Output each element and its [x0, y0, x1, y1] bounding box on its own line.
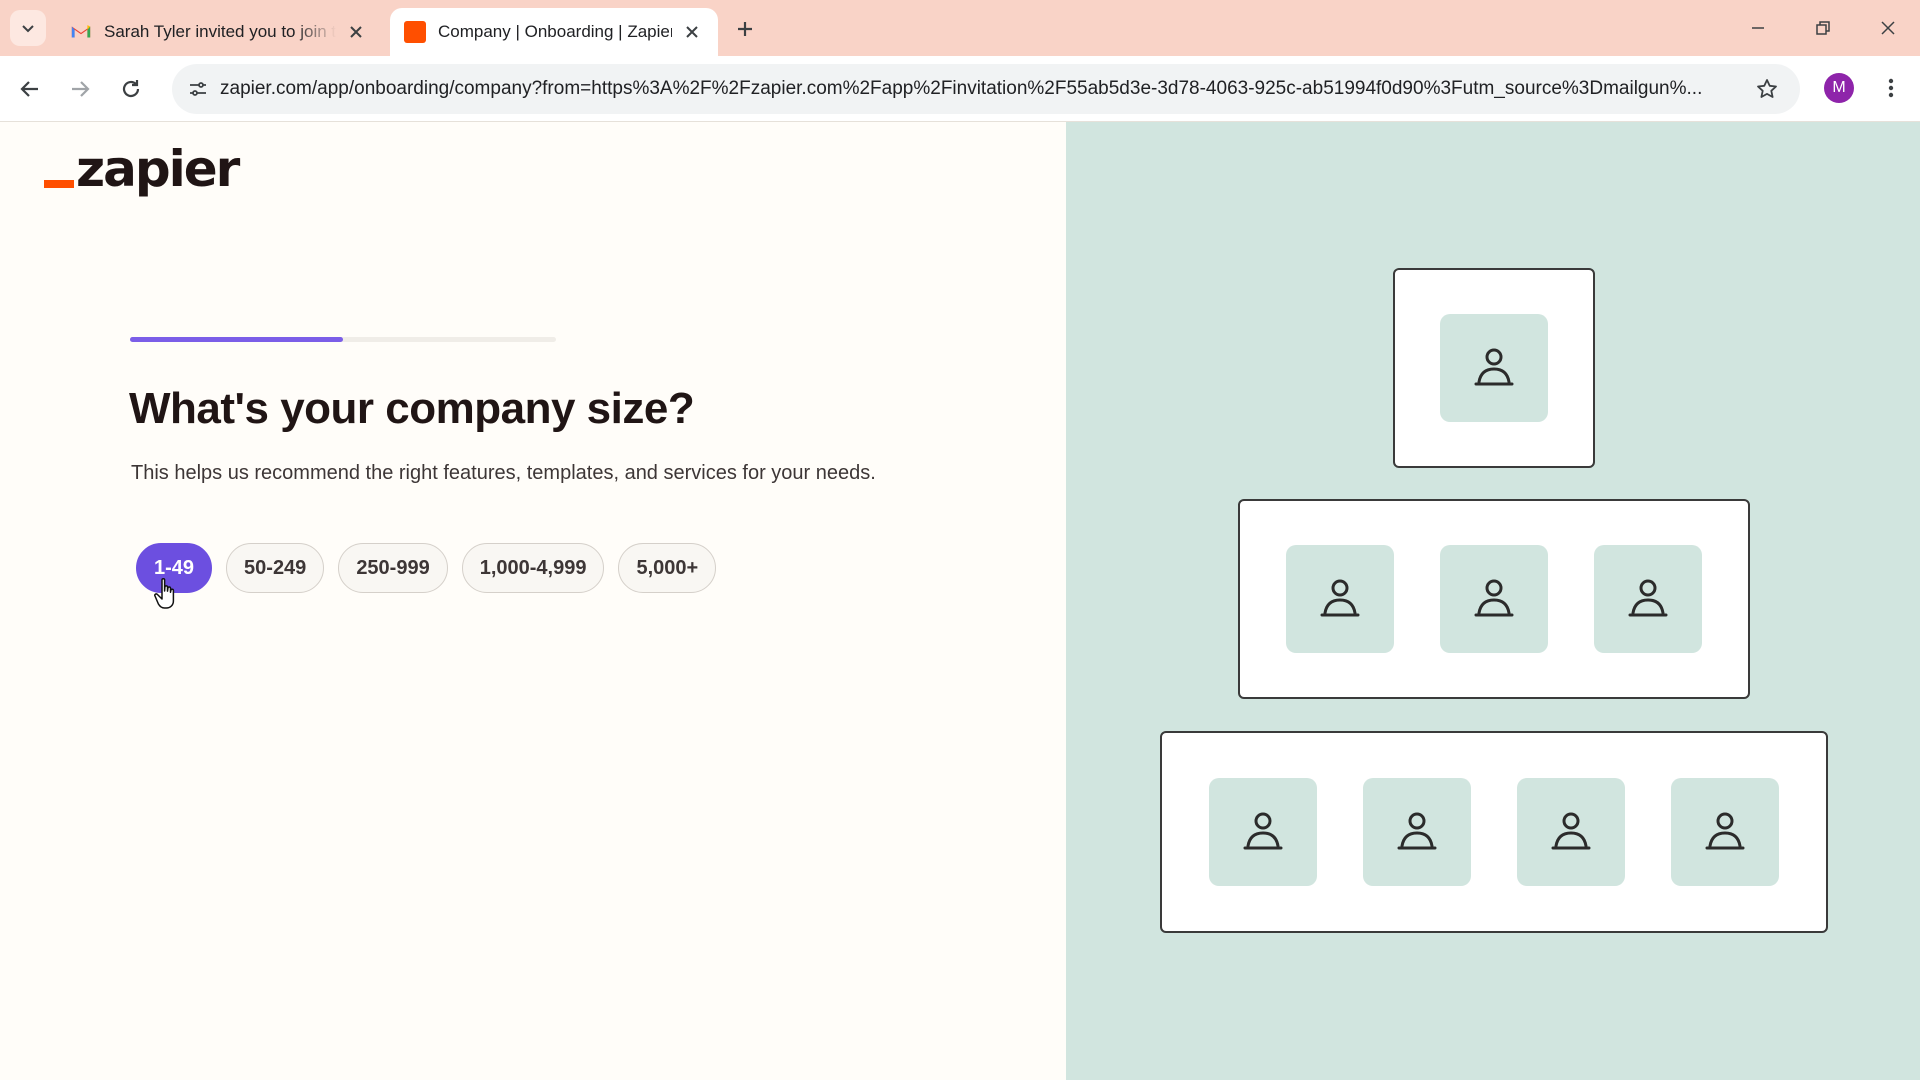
plus-icon [738, 22, 752, 36]
person-tile [1363, 778, 1471, 886]
person-icon [1551, 812, 1591, 850]
chevron-down-icon [22, 25, 34, 33]
org-tier-3 [1160, 731, 1828, 933]
reload-icon [122, 80, 140, 98]
minimize-icon [1752, 27, 1764, 29]
person-tile [1440, 545, 1548, 653]
person-tile [1440, 314, 1548, 422]
person-icon [1397, 812, 1437, 850]
person-tile [1671, 778, 1779, 886]
company-size-options: 1-49 50-249 250-999 1,000-4,999 5,000+ [136, 543, 717, 593]
tab-zapier-onboarding[interactable]: Company | Onboarding | Zapier [390, 8, 718, 56]
person-icon [1474, 348, 1514, 386]
org-chart-illustration [1066, 122, 1920, 1080]
size-option-250-999[interactable]: 250-999 [338, 543, 448, 593]
size-option-1000-4999[interactable]: 1,000-4,999 [461, 543, 605, 593]
tab-title: Sarah Tyler invited you to join the [104, 22, 336, 41]
minimize-button[interactable] [1740, 10, 1776, 46]
back-button[interactable] [12, 71, 48, 107]
tab-title: Company | Onboarding | Zapier [438, 22, 672, 41]
person-tile [1209, 778, 1317, 886]
zapier-logo[interactable]: zapier [44, 140, 240, 198]
arrow-right-icon [72, 81, 90, 97]
site-info-button[interactable] [178, 69, 218, 109]
zapier-favicon [404, 21, 426, 43]
tab-search-button[interactable] [10, 10, 46, 46]
progress-bar [130, 337, 556, 342]
profile-avatar[interactable]: M [1824, 73, 1854, 103]
size-option-50-249[interactable]: 50-249 [226, 543, 325, 593]
url-text: zapier.com/app/onboarding/company?from=h… [220, 78, 1703, 99]
size-option-5000-plus[interactable]: 5,000+ [618, 543, 717, 593]
person-tile [1517, 778, 1625, 886]
close-icon [350, 26, 362, 38]
close-icon [686, 26, 698, 38]
person-icon [1628, 579, 1668, 617]
logo-bar [44, 180, 74, 188]
restore-icon [1816, 21, 1830, 35]
person-icon [1705, 812, 1745, 850]
forward-button[interactable] [62, 71, 98, 107]
page-subtitle: This helps us recommend the right featur… [131, 462, 876, 484]
org-tier-2 [1238, 499, 1750, 699]
arrow-left-icon [20, 81, 38, 97]
address-bar[interactable]: zapier.com/app/onboarding/company?from=h… [172, 64, 1800, 114]
close-icon [1881, 21, 1895, 35]
restore-button[interactable] [1805, 10, 1841, 46]
browser-toolbar: zapier.com/app/onboarding/company?from=h… [0, 56, 1920, 122]
close-window-button[interactable] [1870, 10, 1906, 46]
hand-cursor-icon [154, 578, 175, 609]
new-tab-button[interactable] [730, 14, 760, 44]
close-tab-button[interactable] [344, 20, 368, 44]
person-icon [1243, 812, 1283, 850]
logo-text: zapier [76, 140, 240, 198]
browser-menu-button[interactable] [1876, 73, 1906, 103]
star-icon [1757, 79, 1777, 98]
gmail-icon [71, 25, 91, 38]
person-tile [1286, 545, 1394, 653]
person-icon [1320, 579, 1360, 617]
tune-icon [190, 82, 206, 96]
reload-button[interactable] [113, 71, 149, 107]
tab-gmail[interactable]: Sarah Tyler invited you to join the [56, 8, 382, 56]
person-icon [1474, 579, 1514, 617]
progress-fill [130, 337, 343, 342]
more-vertical-icon [1888, 78, 1894, 98]
browser-tab-bar: Sarah Tyler invited you to join the Comp… [0, 0, 1920, 56]
person-tile [1594, 545, 1702, 653]
bookmark-button[interactable] [1752, 74, 1782, 104]
org-tier-1 [1393, 268, 1595, 468]
close-tab-button[interactable] [680, 20, 704, 44]
page-title: What's your company size? [129, 384, 695, 433]
